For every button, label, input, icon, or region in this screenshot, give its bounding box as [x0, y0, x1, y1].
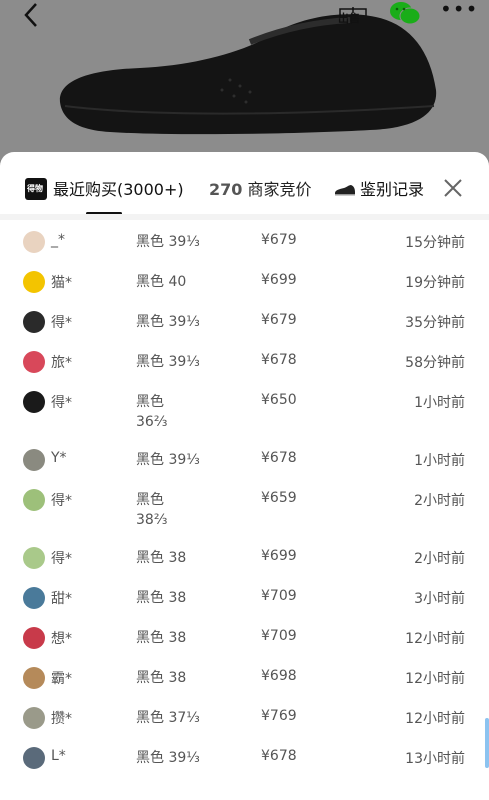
tab-authentication-records[interactable]: 鉴别记录	[334, 176, 424, 200]
avatar	[23, 231, 45, 253]
tab-merchant-bids[interactable]: 270 商家竞价	[209, 176, 312, 200]
purchase-row: Y* 黑色 39⅓ ¥678 1小时前	[12, 448, 475, 488]
purchase-time: 1小时前	[414, 453, 465, 469]
avatar	[23, 707, 45, 729]
sneaker-icon	[335, 185, 355, 196]
buyer-name: _*	[51, 232, 65, 248]
purchase-time: 12小时前	[405, 631, 465, 647]
purchase-row: 攒* 黑色 37⅓ ¥769 12小时前	[12, 706, 475, 746]
buyer-name: 得*	[51, 551, 72, 567]
purchase-time: 2小时前	[414, 551, 465, 567]
purchase-price: ¥679	[261, 232, 297, 248]
purchase-price: ¥698	[261, 668, 297, 684]
purchase-price: ¥678	[261, 450, 297, 466]
avatar	[23, 311, 45, 333]
avatar	[23, 271, 45, 293]
tab-auth-label: 鉴别记录	[360, 180, 425, 199]
purchase-time: 12小时前	[405, 671, 465, 687]
buyer-name: 得*	[51, 315, 72, 331]
avatar	[23, 351, 45, 373]
purchase-price: ¥709	[261, 628, 297, 644]
purchase-price: ¥699	[261, 548, 297, 564]
buyer-name: 霸*	[51, 671, 72, 687]
buyer-name: 猫*	[51, 275, 72, 291]
buyer-name: 想*	[51, 631, 72, 647]
tab-recent-label: 最近购买(3000+)	[53, 180, 184, 199]
close-icon[interactable]	[442, 177, 464, 199]
avatar	[23, 747, 45, 769]
purchase-time: 3小时前	[414, 591, 465, 607]
dewu-logo-icon: 得物	[25, 178, 47, 200]
product-spec: 黑色 39⅓	[136, 314, 200, 330]
purchase-time: 58分钟前	[405, 355, 465, 371]
product-spec: 黑色 40	[136, 274, 187, 290]
product-image-backdrop: 出售 •••	[0, 0, 489, 160]
product-spec: 黑色 39⅓	[136, 354, 200, 370]
purchase-row: 得* 黑色 38 ¥699 2小时前	[12, 546, 475, 586]
wechat-icon[interactable]	[389, 0, 421, 26]
purchase-time: 1小时前	[414, 395, 465, 411]
product-spec: 黑色 38	[136, 630, 187, 646]
product-spec: 黑色 39⅓	[136, 750, 200, 766]
sell-button[interactable]: 出售	[336, 2, 370, 28]
bid-count: 270	[209, 180, 243, 199]
purchase-price: ¥699	[261, 272, 297, 288]
purchase-row: 甜* 黑色 38 ¥709 3小时前	[12, 586, 475, 626]
product-spec: 黑色 39⅓	[136, 234, 200, 250]
product-spec: 黑色 38	[136, 590, 187, 606]
buyer-name: 得*	[51, 395, 72, 411]
purchase-price: ¥659	[261, 490, 297, 506]
buyer-name: 甜*	[51, 591, 72, 607]
purchase-list: _* 黑色 39⅓ ¥679 15分钟前 猫* 黑色 40 ¥699 19分钟前…	[12, 216, 475, 786]
buyer-name: Y*	[51, 450, 67, 466]
purchase-price: ¥678	[261, 748, 297, 764]
sheet-tabs: 得物 最近购买(3000+) 270 商家竞价 鉴别记录	[0, 152, 489, 215]
purchase-time: 19分钟前	[405, 275, 465, 291]
buyer-name: 攒*	[51, 711, 72, 727]
purchase-price: ¥679	[261, 312, 297, 328]
scroll-indicator[interactable]	[485, 718, 489, 768]
purchase-row: 得* 黑色 36⅔ ¥650 1小时前	[12, 390, 475, 448]
purchase-row: 得* 黑色 38⅔ ¥659 2小时前	[12, 488, 475, 546]
purchase-row: 想* 黑色 38 ¥709 12小时前	[12, 626, 475, 666]
purchase-price: ¥650	[261, 392, 297, 408]
purchase-row: 霸* 黑色 38 ¥698 12小时前	[12, 666, 475, 706]
purchase-price: ¥678	[261, 352, 297, 368]
avatar	[23, 391, 45, 413]
back-icon[interactable]	[18, 2, 46, 28]
avatar	[23, 587, 45, 609]
purchase-row: 得* 黑色 39⅓ ¥679 35分钟前	[12, 310, 475, 350]
purchase-time: 12小时前	[405, 711, 465, 727]
product-spec: 黑色 38	[136, 670, 187, 686]
buyer-name: L*	[51, 748, 66, 764]
purchase-price: ¥769	[261, 708, 297, 724]
purchase-time: 35分钟前	[405, 315, 465, 331]
sell-label: 出售	[338, 12, 360, 25]
purchase-sheet: 得物 最近购买(3000+) 270 商家竞价 鉴别记录 _* 黑色 39⅓ ¥6…	[0, 152, 489, 800]
product-spec: 黑色 36⅔	[136, 394, 168, 430]
buyer-name: 得*	[51, 493, 72, 509]
product-spec: 黑色 37⅓	[136, 710, 200, 726]
tab-bids-label: 商家竞价	[247, 180, 312, 199]
product-spec: 黑色 38	[136, 550, 187, 566]
shoe-image	[59, 14, 437, 135]
purchase-row: 猫* 黑色 40 ¥699 19分钟前	[12, 270, 475, 310]
product-spec: 黑色 39⅓	[136, 452, 200, 468]
avatar	[23, 489, 45, 511]
purchase-row: _* 黑色 39⅓ ¥679 15分钟前	[12, 230, 475, 270]
purchase-time: 15分钟前	[405, 235, 465, 251]
buyer-name: 旅*	[51, 355, 72, 371]
product-spec: 黑色 38⅔	[136, 492, 168, 528]
purchase-price: ¥709	[261, 588, 297, 604]
purchase-row: L* 黑色 39⅓ ¥678 13小时前	[12, 746, 475, 786]
avatar	[23, 627, 45, 649]
avatar	[23, 667, 45, 689]
tab-recent-purchases[interactable]: 得物 最近购买(3000+)	[25, 176, 184, 200]
avatar	[23, 449, 45, 471]
avatar	[23, 547, 45, 569]
more-icon[interactable]: •••	[440, 0, 477, 22]
purchase-time: 13小时前	[405, 751, 465, 767]
purchase-time: 2小时前	[414, 493, 465, 509]
purchase-row: 旅* 黑色 39⅓ ¥678 58分钟前	[12, 350, 475, 390]
